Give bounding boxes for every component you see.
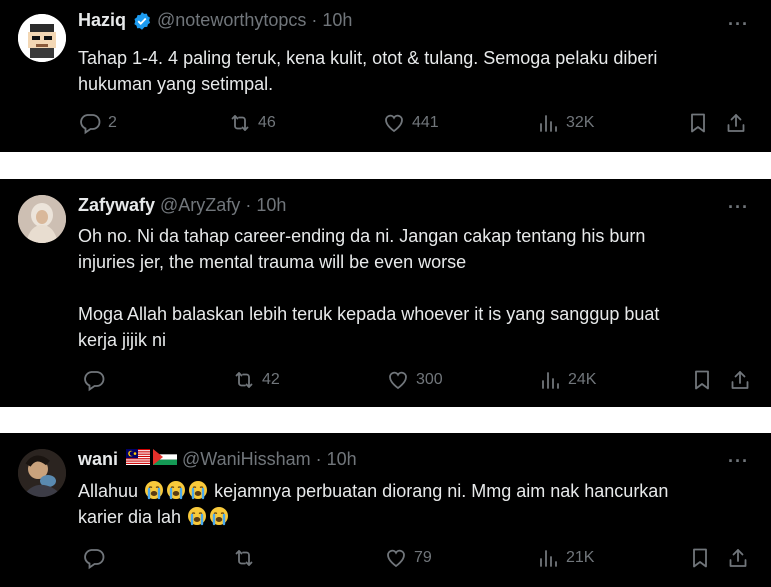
view-count: 21K bbox=[566, 549, 595, 566]
like-button[interactable]: 441 bbox=[382, 111, 439, 135]
bookmark-icon bbox=[690, 368, 714, 392]
timestamp[interactable]: 10h bbox=[327, 449, 357, 470]
display-name[interactable]: Zafywafy bbox=[78, 195, 155, 216]
more-options-button[interactable]: ··· bbox=[728, 14, 749, 35]
handle[interactable]: @WaniHissham bbox=[182, 449, 311, 470]
share-button[interactable] bbox=[724, 111, 748, 135]
separator-dot: · bbox=[311, 10, 318, 30]
bookmark-button[interactable] bbox=[690, 368, 714, 392]
views-button[interactable]: 24K bbox=[538, 368, 596, 392]
handle[interactable]: @noteworthytopcs bbox=[157, 10, 306, 31]
like-count: 300 bbox=[416, 371, 443, 388]
views-chart-icon bbox=[538, 368, 562, 392]
timestamp[interactable]: 10h bbox=[256, 195, 286, 216]
tweet-text: Oh no. Ni da tahap career-ending da ni. … bbox=[78, 223, 741, 353]
tweet-header: Zafywafy @AryZafy · 10h bbox=[78, 195, 286, 216]
repost-icon bbox=[228, 111, 252, 135]
share-icon bbox=[728, 368, 752, 392]
tweet-text-line: Oh no. Ni da tahap career-ending da ni. … bbox=[78, 226, 646, 246]
loudly-crying-face-icon bbox=[166, 480, 186, 500]
palestine-flag-icon bbox=[153, 449, 178, 470]
heart-icon bbox=[382, 111, 406, 135]
tweet-text-line: Allahuu kejamnya perbuatan diorang ni. M… bbox=[78, 478, 741, 504]
tweet-card[interactable]: wani @WaniHissham · 10h ··· Allahuu keja… bbox=[0, 433, 771, 587]
tweet-card[interactable]: Zafywafy @AryZafy · 10h ··· Oh no. Ni da… bbox=[0, 179, 771, 407]
bookmark-icon bbox=[686, 111, 710, 135]
tweet-card[interactable]: Haziq @noteworthytopcs · 10h ··· Tahap 1… bbox=[0, 0, 771, 152]
loudly-crying-face-icon bbox=[187, 506, 207, 526]
separator-dot: · bbox=[245, 195, 252, 215]
repost-icon bbox=[232, 368, 256, 392]
loudly-crying-face-icon bbox=[144, 480, 164, 500]
repost-button[interactable]: 46 bbox=[228, 111, 276, 135]
share-button[interactable] bbox=[726, 546, 750, 570]
repost-count: 46 bbox=[258, 114, 276, 131]
like-count: 79 bbox=[414, 549, 432, 566]
verified-badge-icon bbox=[132, 11, 152, 31]
reply-button[interactable] bbox=[82, 546, 112, 570]
view-count: 32K bbox=[566, 114, 595, 131]
tweet-text-line: kerja jijik ni bbox=[78, 330, 167, 350]
bookmark-icon bbox=[688, 546, 712, 570]
tweet-header: Haziq @noteworthytopcs · 10h bbox=[78, 10, 352, 31]
loudly-crying-face-icon bbox=[209, 506, 229, 526]
profile-photo-icon bbox=[18, 449, 66, 497]
repost-button[interactable] bbox=[232, 546, 262, 570]
tweet-text-line: hukuman yang setimpal. bbox=[78, 74, 274, 94]
display-name[interactable]: wani bbox=[78, 449, 118, 470]
loudly-crying-face-icon bbox=[188, 480, 208, 500]
repost-count: 42 bbox=[262, 371, 280, 388]
handle[interactable]: @AryZafy bbox=[160, 195, 240, 216]
avatar[interactable] bbox=[18, 195, 66, 243]
display-name[interactable]: Haziq bbox=[78, 10, 126, 31]
like-count: 441 bbox=[412, 114, 439, 131]
views-button[interactable]: 21K bbox=[536, 546, 594, 570]
tweet-actions: 79 21K bbox=[78, 546, 748, 572]
reply-icon bbox=[78, 111, 102, 135]
views-chart-icon bbox=[536, 111, 560, 135]
like-button[interactable]: 300 bbox=[386, 368, 443, 392]
reply-count: 2 bbox=[108, 114, 117, 131]
more-options-button[interactable]: ··· bbox=[728, 197, 749, 218]
share-icon bbox=[726, 546, 750, 570]
view-count: 24K bbox=[568, 371, 597, 388]
tweet-text: Allahuu kejamnya perbuatan diorang ni. M… bbox=[78, 478, 741, 530]
tweet-text-line: Tahap 1-4. 4 paling teruk, kena kulit, o… bbox=[78, 48, 658, 68]
tweet-header: wani @WaniHissham · 10h bbox=[78, 449, 357, 470]
tweet-text-line: injuries jer, the mental trauma will be … bbox=[78, 252, 467, 272]
like-button[interactable]: 79 bbox=[384, 546, 432, 570]
text-fragment: kejamnya perbuatan diorang ni. Mmg aim n… bbox=[214, 481, 669, 501]
reply-icon bbox=[82, 546, 106, 570]
reply-button[interactable]: 2 bbox=[78, 111, 117, 135]
pixel-avatar-icon bbox=[18, 14, 66, 62]
tweet-actions: 42 300 24K bbox=[78, 368, 748, 394]
views-button[interactable]: 32K bbox=[536, 111, 594, 135]
separator-dot: · bbox=[315, 449, 322, 469]
bookmark-button[interactable] bbox=[688, 546, 712, 570]
views-chart-icon bbox=[536, 546, 560, 570]
text-fragment: Allahuu bbox=[78, 481, 139, 501]
heart-icon bbox=[386, 368, 410, 392]
malaysia-flag-icon bbox=[126, 449, 151, 470]
tweet-text-line: karier dia lah bbox=[78, 504, 741, 530]
heart-icon bbox=[384, 546, 408, 570]
share-icon bbox=[724, 111, 748, 135]
text-fragment: karier dia lah bbox=[78, 507, 182, 527]
more-options-button[interactable]: ··· bbox=[728, 451, 749, 472]
reply-button[interactable] bbox=[82, 368, 112, 392]
reply-icon bbox=[82, 368, 106, 392]
share-button[interactable] bbox=[728, 368, 752, 392]
avatar[interactable] bbox=[18, 14, 66, 62]
tweet-actions: 2 46 441 32K bbox=[78, 111, 748, 137]
tweet-text-line: Moga Allah balaskan lebih teruk kepada w… bbox=[78, 304, 660, 324]
bookmark-button[interactable] bbox=[686, 111, 710, 135]
timestamp[interactable]: 10h bbox=[322, 10, 352, 31]
tweet-text: Tahap 1-4. 4 paling teruk, kena kulit, o… bbox=[78, 45, 741, 97]
repost-button[interactable]: 42 bbox=[232, 368, 280, 392]
avatar[interactable] bbox=[18, 449, 66, 497]
repost-icon bbox=[232, 546, 256, 570]
profile-photo-icon bbox=[18, 195, 66, 243]
